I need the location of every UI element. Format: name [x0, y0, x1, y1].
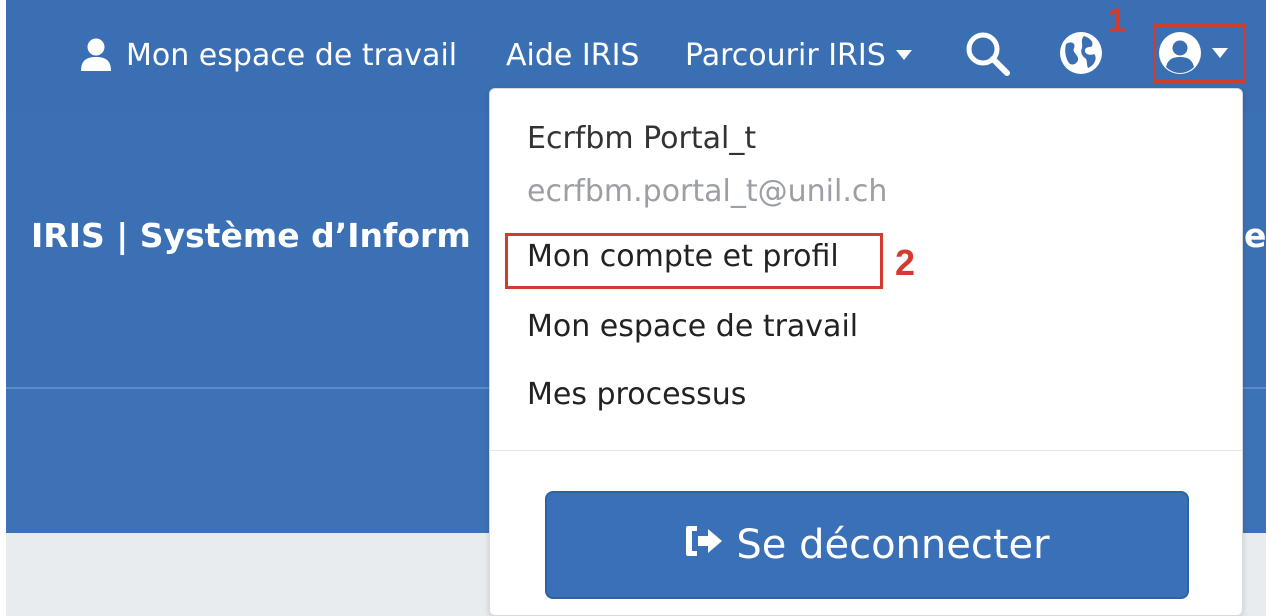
logout-label: Se déconnecter [736, 522, 1050, 568]
user-email: ecrfbm.portal_t@unil.ch [527, 174, 888, 209]
nav-browse-label: Parcourir IRIS [685, 37, 886, 73]
nav-workspace-label: Mon espace de travail [126, 37, 458, 73]
page-title-fragment: e [1244, 216, 1266, 255]
nav-help-label: Aide IRIS [506, 37, 640, 73]
logout-button[interactable]: Se déconnecter [545, 491, 1189, 599]
menu-divider [490, 450, 1242, 451]
nav-browse-dropdown[interactable]: Parcourir IRIS [685, 32, 912, 78]
nav-help-link[interactable]: Aide IRIS [506, 32, 639, 78]
nav-workspace-link[interactable]: Mon espace de travail [80, 32, 457, 78]
menu-item-processes[interactable]: Mes processus [527, 377, 746, 412]
user-icon [80, 38, 112, 72]
caret-down-icon [895, 50, 912, 60]
search-button[interactable] [963, 30, 1011, 76]
sign-out-icon [684, 522, 736, 568]
search-icon [963, 29, 1011, 77]
annotation-step-1: 1 [1107, 2, 1126, 40]
annotation-highlight-account-profile [505, 233, 883, 289]
globe-icon [1058, 30, 1104, 76]
annotation-step-2: 2 [895, 242, 916, 283]
user-dropdown-menu: Ecrfbm Portal_t ecrfbm.portal_t@unil.ch … [489, 88, 1243, 616]
annotation-highlight-user-menu [1153, 24, 1246, 83]
user-name: Ecrfbm Portal_t [527, 121, 757, 156]
menu-item-workspace[interactable]: Mon espace de travail [527, 309, 858, 344]
page-title: IRIS | Système d’Inform [31, 216, 471, 255]
language-button[interactable] [1058, 30, 1104, 76]
